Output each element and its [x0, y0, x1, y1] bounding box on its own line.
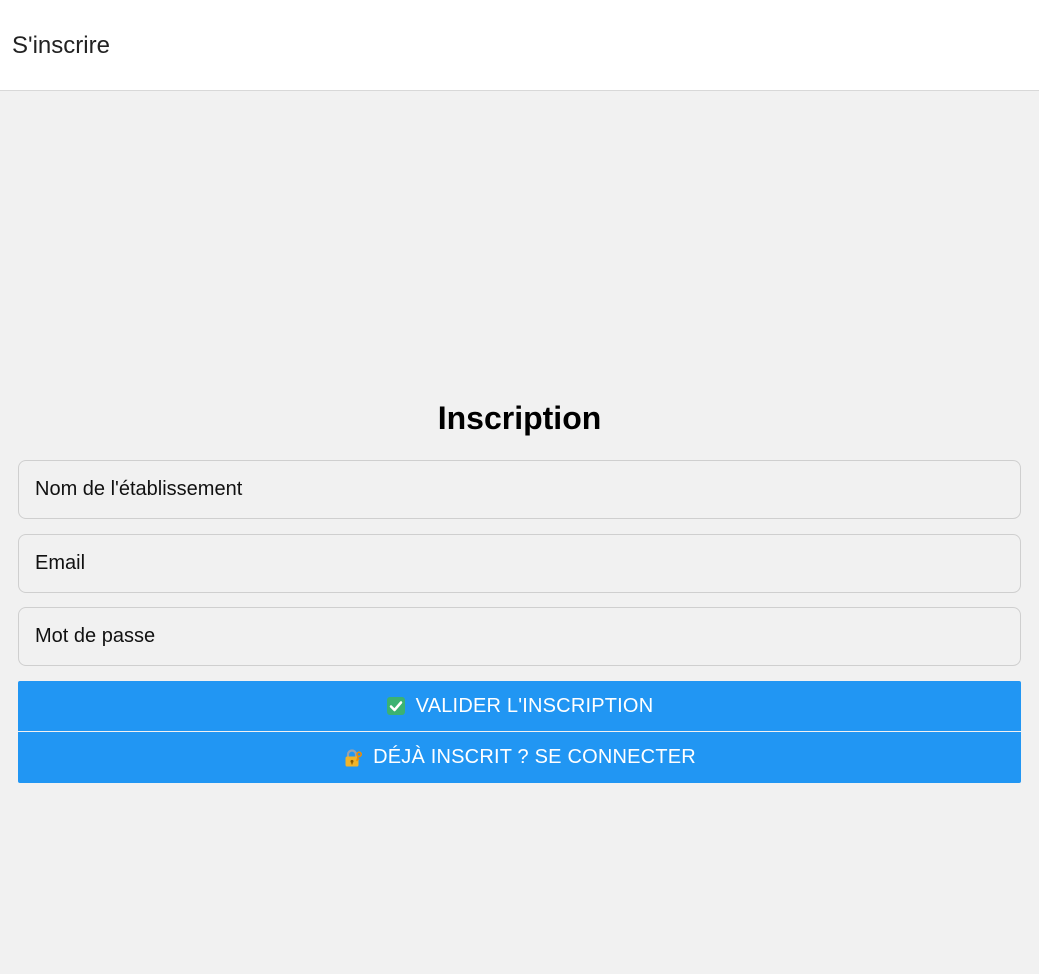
establishment-name-input[interactable]	[18, 460, 1021, 519]
already-registered-login-button[interactable]: DÉJÀ INSCRIT ? SE CONNECTER	[18, 732, 1021, 783]
app-header: S'inscrire	[0, 0, 1039, 91]
already-registered-login-label: DÉJÀ INSCRIT ? SE CONNECTER	[373, 746, 696, 768]
check-mark-icon	[386, 696, 406, 716]
form-title: Inscription	[437, 400, 602, 436]
lock-with-key-icon	[343, 748, 363, 768]
submit-registration-label: VALIDER L'INSCRIPTION	[415, 694, 654, 717]
submit-registration-button[interactable]: VALIDER L'INSCRIPTION	[18, 681, 1021, 731]
password-input[interactable]	[18, 607, 1021, 666]
registration-form: Inscription VALIDER L'INSCRIPTION DÉJÀ I…	[18, 392, 1021, 792]
header-title: S'inscrire	[12, 32, 110, 59]
email-input[interactable]	[18, 534, 1021, 593]
